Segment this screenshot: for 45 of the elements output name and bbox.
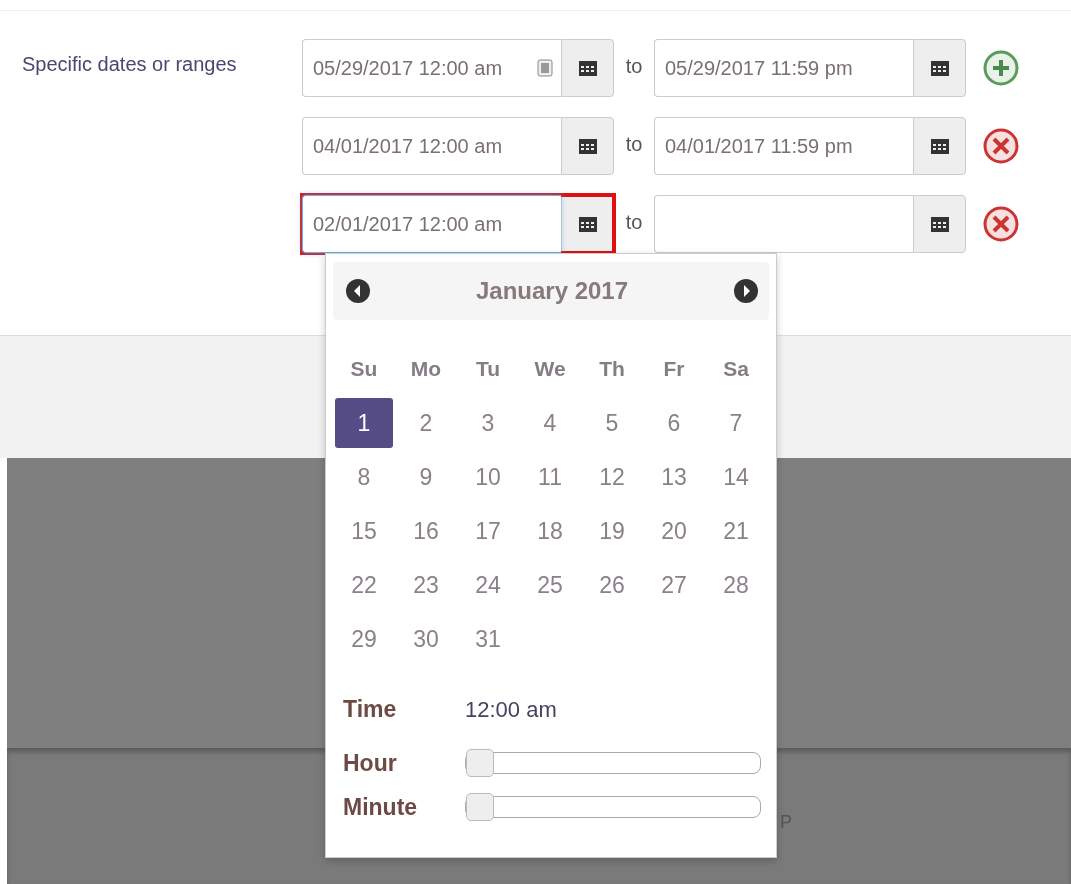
time-label: Time <box>343 696 398 723</box>
calendar-button[interactable] <box>913 117 966 175</box>
calendar-icon <box>929 215 950 233</box>
calendar-button[interactable] <box>561 117 614 175</box>
calendar-button[interactable] <box>913 195 966 253</box>
time-value: 12:00 am <box>465 696 557 723</box>
weekday-label: Fr <box>662 356 686 382</box>
calendar-icon <box>577 59 598 77</box>
previous-month-icon[interactable] <box>345 278 371 304</box>
start-date-field[interactable]: 04/01/2017 12:00 am <box>302 117 561 175</box>
slider-handle[interactable] <box>466 793 494 821</box>
remove-icon[interactable] <box>982 127 1020 165</box>
calendar-icon <box>577 215 598 233</box>
calendar-icon <box>929 137 950 155</box>
weekday-label: Sa <box>722 356 750 382</box>
calendar-button[interactable] <box>561 195 614 253</box>
weekday-label: Th <box>598 356 626 382</box>
weekday-label: Mo <box>409 356 443 382</box>
range-separator: to <box>624 210 644 234</box>
month-title: January 2017 <box>475 277 629 305</box>
slider-track[interactable] <box>465 752 761 774</box>
slider-track[interactable] <box>465 796 761 818</box>
next-month-icon[interactable] <box>733 278 759 304</box>
start-date-field[interactable]: 02/01/2017 12:00 am <box>302 195 561 253</box>
end-date-field[interactable] <box>654 195 913 253</box>
calendar-icon <box>577 137 598 155</box>
slider-label: Hour <box>343 749 398 777</box>
start-date-field[interactable]: 05/29/2017 12:00 am <box>302 39 561 97</box>
add-icon[interactable] <box>982 49 1020 87</box>
autofill-icon[interactable] <box>537 59 553 77</box>
calendar-button[interactable] <box>561 39 614 97</box>
remove-icon[interactable] <box>982 205 1020 243</box>
end-date-field[interactable]: 05/29/2017 11:59 pm <box>654 39 913 97</box>
field-label: Specific dates or ranges <box>21 52 238 77</box>
slider-handle[interactable] <box>466 749 494 777</box>
day-cell[interactable]: 1 <box>335 398 393 448</box>
weekday-label: Su <box>349 356 379 382</box>
end-date-field[interactable]: 04/01/2017 11:59 pm <box>654 117 913 175</box>
slider-label: Minute <box>343 793 419 821</box>
range-separator: to <box>624 54 644 78</box>
weekday-label: We <box>533 356 567 382</box>
calendar-button[interactable] <box>913 39 966 97</box>
weekday-label: Tu <box>474 356 502 382</box>
calendar-icon <box>929 59 950 77</box>
range-separator: to <box>624 132 644 156</box>
